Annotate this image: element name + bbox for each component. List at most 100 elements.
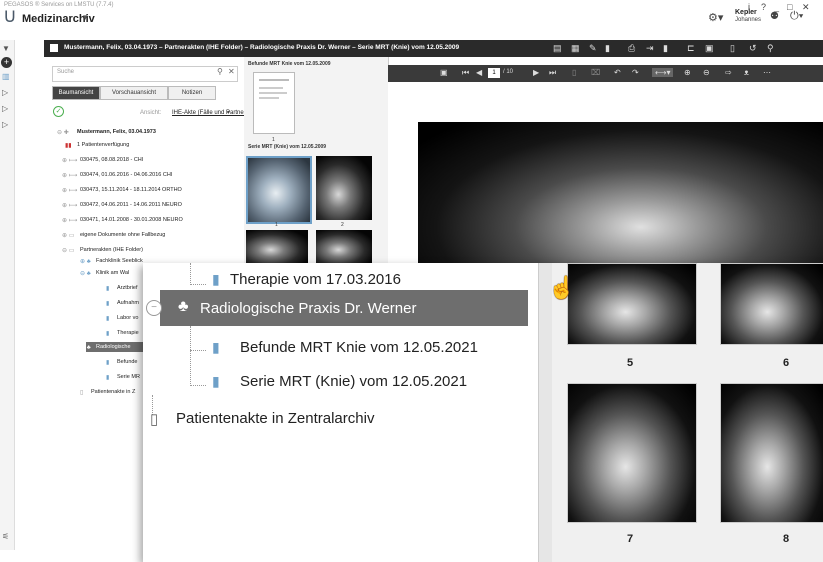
tree-connector	[190, 326, 191, 386]
case-icon: ⊕ ⟼	[62, 218, 78, 224]
zoom-tree-item-selected[interactable]: Radiologische Praxis Dr. Werner	[200, 300, 416, 317]
settings-tool-icon[interactable]: ⚟	[2, 532, 9, 541]
tree-item-partner[interactable]: Klinik am Wal	[96, 270, 129, 276]
page-icon[interactable]: ▯	[730, 43, 735, 54]
tree-item-folder[interactable]: eigene Dokumente ohne Fallbezug	[80, 232, 165, 238]
tree-item-document[interactable]: Serie MR	[117, 374, 140, 380]
tree-item-document[interactable]: Therapie	[117, 330, 139, 336]
more-icon[interactable]: ⋯	[763, 68, 771, 77]
help-icon[interactable]: ?	[761, 2, 766, 12]
mri-thumbnail[interactable]	[246, 156, 312, 224]
history-icon[interactable]: ↺	[749, 43, 757, 54]
prev-page-icon[interactable]: ◀	[476, 68, 482, 77]
archive-icon[interactable]: ▥	[2, 72, 10, 81]
binoculars-icon[interactable]: ᴥ	[744, 68, 749, 77]
collapse-toggle-icon[interactable]: −	[146, 300, 162, 316]
zoom-out-icon[interactable]: ⊖	[703, 68, 710, 77]
thumb-label: 1	[275, 222, 278, 228]
tree-item-case[interactable]: 030473, 15.11.2014 - 18.11.2014 ORTHO	[80, 187, 182, 193]
thumb-number: 8	[783, 533, 790, 545]
copy-icon[interactable]: ▦	[571, 43, 580, 54]
user-name[interactable]: Kepler	[735, 9, 757, 17]
zoom-tree-item[interactable]: Serie MRT (Knie) vom 12.05.2021	[240, 373, 467, 390]
tab-baumansicht[interactable]: Baumansicht	[52, 86, 100, 100]
breadcrumb: Mustermann, Felix, 03.04.1973 – Partnera…	[64, 44, 460, 51]
user-icon[interactable]: ⚉	[770, 11, 779, 22]
viewer-toolbar	[388, 65, 823, 82]
tree-item-case[interactable]: 030474, 01.06.2016 - 04.06.2016 CHI	[80, 172, 172, 178]
view-select[interactable]: IHE-Akte (Fälle und Partner)	[172, 110, 248, 116]
edit-icon[interactable]: ✎	[589, 43, 597, 54]
tree-item-document[interactable]: Befunde	[117, 359, 138, 365]
export-icon[interactable]: ⇥	[646, 43, 654, 54]
app-logo-icon: ᑌ	[4, 9, 16, 26]
tree-item-zentralarchiv[interactable]: Patientenakte in Z	[91, 389, 135, 395]
mri-thumbnail[interactable]	[567, 263, 697, 345]
tree-item-radiologie[interactable]: Radiologische	[96, 344, 131, 350]
tree-item-folder[interactable]: Partnerakten (IHE Folder)	[80, 247, 143, 253]
comment-icon[interactable]: ⊏	[687, 43, 695, 54]
crop-icon[interactable]: ⌧	[591, 68, 600, 77]
search-icon[interactable]: ⚲	[217, 67, 223, 76]
search-input[interactable]	[52, 66, 238, 82]
mri-image[interactable]	[418, 122, 823, 272]
add-icon[interactable]: +	[1, 57, 12, 68]
zoom-in-icon[interactable]: ⊕	[684, 68, 691, 77]
expand-arrow-icon[interactable]: ▷	[2, 104, 8, 113]
app-title: PEGASOS ® Services on LMSTU (7.7.4)	[4, 2, 114, 8]
scrollbar[interactable]	[538, 263, 553, 562]
zoom-tree-item[interactable]: Befunde MRT Knie vom 12.05.2021	[240, 339, 478, 356]
mri-thumbnail[interactable]	[246, 230, 308, 263]
rotate-right-icon[interactable]: ↷	[632, 68, 639, 77]
document-icon[interactable]: ▤	[553, 43, 562, 54]
mri-thumbnail[interactable]	[720, 263, 823, 345]
mri-thumbnail[interactable]	[316, 156, 372, 220]
tree-item-document[interactable]: Labor vo	[117, 315, 138, 321]
window-icon	[50, 44, 58, 52]
mri-thumbnail[interactable]	[567, 383, 697, 523]
tree-item-case[interactable]: 030472, 04.06.2011 - 14.06.2011 NEURO	[80, 202, 182, 208]
collapse-icon[interactable]: ▼	[2, 44, 10, 53]
file-icon[interactable]: ▮	[605, 43, 610, 54]
tree-item-case[interactable]: 030475, 08.08.2018 - CHI	[80, 157, 143, 163]
file-icon: ▯	[150, 411, 159, 428]
pin-icon[interactable]: ⚲	[767, 43, 774, 54]
mri-thumbnail[interactable]	[720, 383, 823, 523]
save-icon[interactable]: ▮	[663, 43, 668, 54]
last-page-icon[interactable]: ⏭	[549, 68, 556, 78]
zoom-tree-item[interactable]: Patientenakte in Zentralarchiv	[176, 410, 374, 427]
fit-width-icon[interactable]: ⟷▾	[652, 68, 674, 77]
page-number-input[interactable]: 1	[488, 68, 500, 78]
tree-item-document[interactable]: Aufnahm	[117, 300, 139, 306]
document-thumbnail[interactable]	[253, 72, 295, 134]
left-rail	[0, 40, 15, 550]
print-icon[interactable]: ⎙	[628, 43, 635, 54]
thumb-label: 1	[272, 137, 275, 143]
copy-icon[interactable]: ▯	[572, 68, 576, 77]
gear-icon[interactable]: ⚙▾	[708, 11, 723, 24]
calendar-icon[interactable]: ▣	[705, 43, 714, 54]
tree-item-partner[interactable]: Fachklinik Seeblick	[96, 258, 143, 264]
network-icon: ⊕ ♣	[80, 259, 91, 265]
next-page-icon[interactable]: ▶	[533, 68, 539, 77]
chevron-down-icon[interactable]: ▾	[83, 12, 88, 23]
tree-item-case[interactable]: 030471, 14.01.2008 - 30.01.2008 NEURO	[80, 217, 183, 223]
fit-page-icon[interactable]: ▣	[440, 68, 448, 77]
tree-item[interactable]: 1 Patientenverfügung	[77, 142, 129, 148]
power-icon[interactable]: ⏻▾	[790, 10, 803, 23]
tab-vorschauansicht[interactable]: Vorschauansicht	[100, 86, 168, 100]
mri-thumbnail[interactable]	[316, 230, 372, 263]
rotate-left-icon[interactable]: ↶	[614, 68, 621, 77]
first-page-icon[interactable]: ⏮	[462, 68, 469, 78]
thumb-number: 7	[627, 533, 634, 545]
expand-arrow-icon[interactable]: ▷	[2, 88, 8, 97]
tab-notizen[interactable]: Notizen	[168, 86, 216, 100]
check-icon: ✓	[53, 106, 64, 117]
tree-item-patient[interactable]: Mustermann, Felix, 03.04.1973	[77, 129, 156, 135]
export-icon[interactable]: ⇨	[725, 68, 732, 77]
tree-item-document[interactable]: Arztbrief	[117, 285, 137, 291]
close-icon[interactable]: ✕	[228, 67, 235, 76]
zoom-tree-item[interactable]: Therapie vom 17.03.2016	[230, 271, 401, 288]
expand-arrow-icon[interactable]: ▷	[2, 120, 8, 129]
chevron-down-icon[interactable]: ▾	[227, 109, 230, 116]
